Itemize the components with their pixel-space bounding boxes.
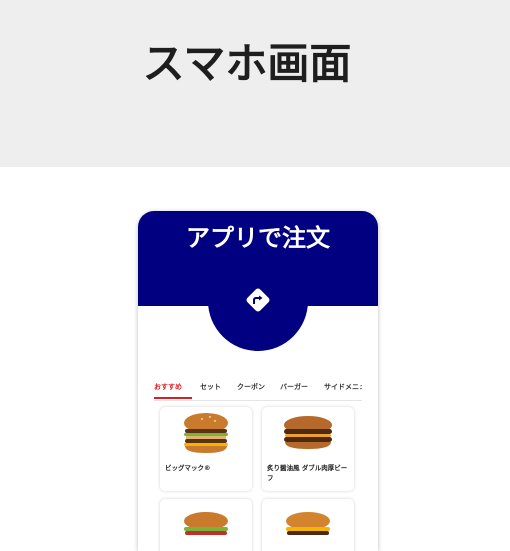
- app-header-title: アプリで注文: [186, 224, 330, 252]
- burger-image: [184, 512, 228, 535]
- product-card[interactable]: [160, 499, 252, 551]
- cheese-burger-image: [286, 512, 330, 535]
- category-tabs: おすすめ セット クーポン バーガー サイドメニュ: [154, 380, 362, 401]
- tab-coupon[interactable]: クーポン: [237, 380, 265, 397]
- product-card[interactable]: ビッグマック®: [160, 407, 252, 491]
- title-band: スマホ画面: [0, 0, 510, 167]
- phone-mockup: アプリで注文 おすすめ セット クーポン バーガー サイドメニュ ビッグマック®…: [138, 211, 378, 551]
- turn-right-arrow-icon[interactable]: [244, 286, 272, 314]
- tab-set[interactable]: セット: [200, 380, 221, 397]
- product-card[interactable]: 炙り醤油風 ダブル肉厚ビーフ: [262, 407, 354, 491]
- tab-side-menu[interactable]: サイドメニュ: [324, 380, 362, 397]
- product-name: 炙り醤油風 ダブル肉厚ビーフ: [267, 464, 348, 482]
- big-mac-burger-image: [184, 413, 228, 453]
- tab-burger[interactable]: バーガー: [280, 380, 308, 397]
- product-name: ビッグマック®: [165, 464, 211, 472]
- product-card[interactable]: [262, 499, 354, 551]
- double-beef-burger-image: [284, 416, 332, 449]
- tab-osusume[interactable]: おすすめ: [154, 380, 192, 399]
- page-title: スマホ画面: [142, 39, 352, 88]
